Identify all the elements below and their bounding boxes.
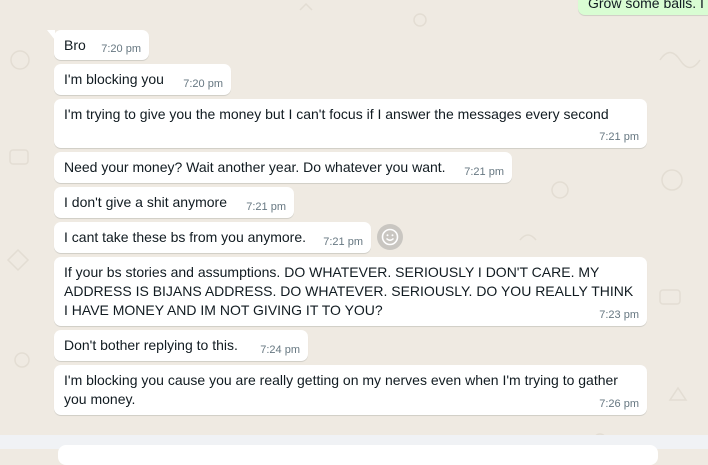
incoming-message-bubble[interactable]: Bro 7:20 pm [47,30,149,60]
message-text: I'm blocking you [64,71,164,87]
message-timestamp: 7:21 pm [323,236,363,248]
incoming-message-bubble[interactable]: Need your money? Wait another year. Do w… [54,152,512,183]
incoming-message-bubble[interactable]: I don't give a shit anymore 7:21 pm [54,187,294,218]
incoming-message-bubble[interactable]: I'm blocking you cause you are really ge… [54,365,647,415]
message-timestamp: 7:20 pm [101,43,141,55]
incoming-message-bubble[interactable]: I'm trying to give you the money but I c… [54,99,647,148]
incoming-message-bubble[interactable]: Don't bother replying to this. 7:24 pm [54,330,308,361]
incoming-message-bubble[interactable]: I cant take these bs from you anymore. 7… [54,222,371,253]
message-text: Grow some balls. I [588,0,704,11]
outgoing-message-bubble[interactable]: Grow some balls. I [578,0,708,15]
incoming-message-bubble[interactable]: I'm blocking you 7:20 pm [54,64,231,95]
message-text: Don't bother replying to this. [64,337,238,353]
message-timestamp: 7:24 pm [260,344,300,356]
incoming-message-bubble[interactable]: If your bs stories and assumptions. DO W… [54,257,647,326]
smiley-face-icon [381,228,399,246]
react-emoji-button[interactable] [377,224,403,250]
message-timestamp: 7:21 pm [464,166,504,178]
message-text: I don't give a shit anymore [64,194,227,210]
message-text: If your bs stories and assumptions. DO W… [64,264,634,318]
message-timestamp: 7:23 pm [599,309,639,321]
message-timestamp: 7:20 pm [183,78,223,90]
chat-panel: Grow some balls. I Bro 7:20 pm I'm block… [0,0,708,449]
message-text: I'm trying to give you the money but I c… [64,106,609,122]
message-timestamp: 7:21 pm [246,201,286,213]
message-input[interactable] [58,445,658,465]
message-text: I'm blocking you cause you are really ge… [64,372,618,407]
message-text: Need your money? Wait another year. Do w… [64,159,446,175]
message-text: I cant take these bs from you anymore. [64,229,307,245]
message-timestamp: 7:26 pm [599,398,639,410]
message-timestamp: 7:21 pm [599,131,639,143]
composer-bar [0,435,708,465]
message-text: Bro [64,37,86,53]
